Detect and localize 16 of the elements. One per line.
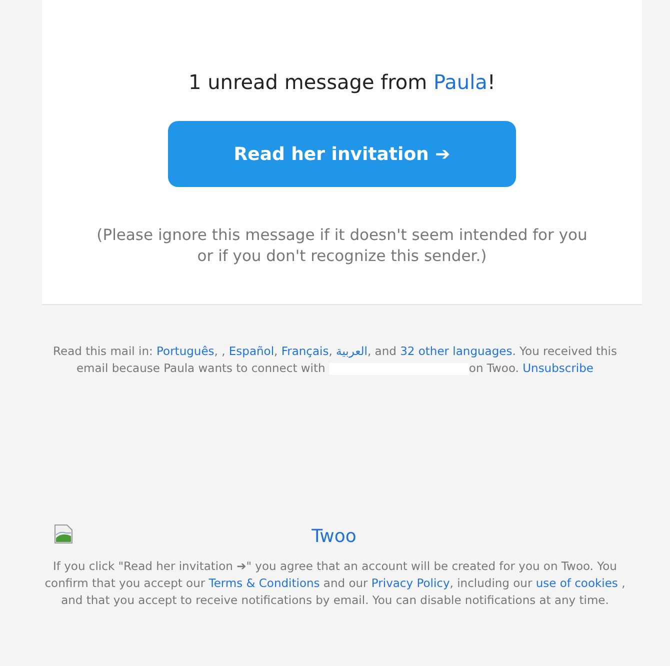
footer-link[interactable]: Português <box>156 344 214 358</box>
footer-link[interactable]: 32 other languages <box>400 344 512 358</box>
read-invitation-button[interactable]: Read her invitation ➔ <box>168 121 516 187</box>
logo-alt-text: Twoo <box>312 526 356 547</box>
legal-text: If you click "Read her invitation ➔" you agree that an account will be created for you on Twoo. You confirm that you accept our Terms & Conditions and our Privacy Policy, including our use of cookies , and that you accept to receive notifications by email. You can disable notifications at any time. <box>44 558 626 609</box>
ignore-note: (Please ignore this message if it doesn't seem intended for you or if you don't recognize this sender.) <box>96 225 588 267</box>
legal-link[interactable]: Privacy Policy <box>371 576 450 590</box>
legal-link[interactable]: Terms & Conditions <box>208 576 320 590</box>
unread-heading: 1 unread message from Paula! <box>188 69 496 96</box>
sender-link[interactable]: Paula <box>434 70 488 94</box>
footer-link[interactable]: العربية <box>336 344 368 358</box>
footer-link[interactable]: Español <box>228 344 274 358</box>
footer-link[interactable]: Unsubscribe <box>522 361 594 375</box>
broken-image-icon <box>54 524 74 544</box>
legal-link[interactable]: use of cookies <box>536 576 618 590</box>
footer-link[interactable]: Français <box>281 344 329 358</box>
